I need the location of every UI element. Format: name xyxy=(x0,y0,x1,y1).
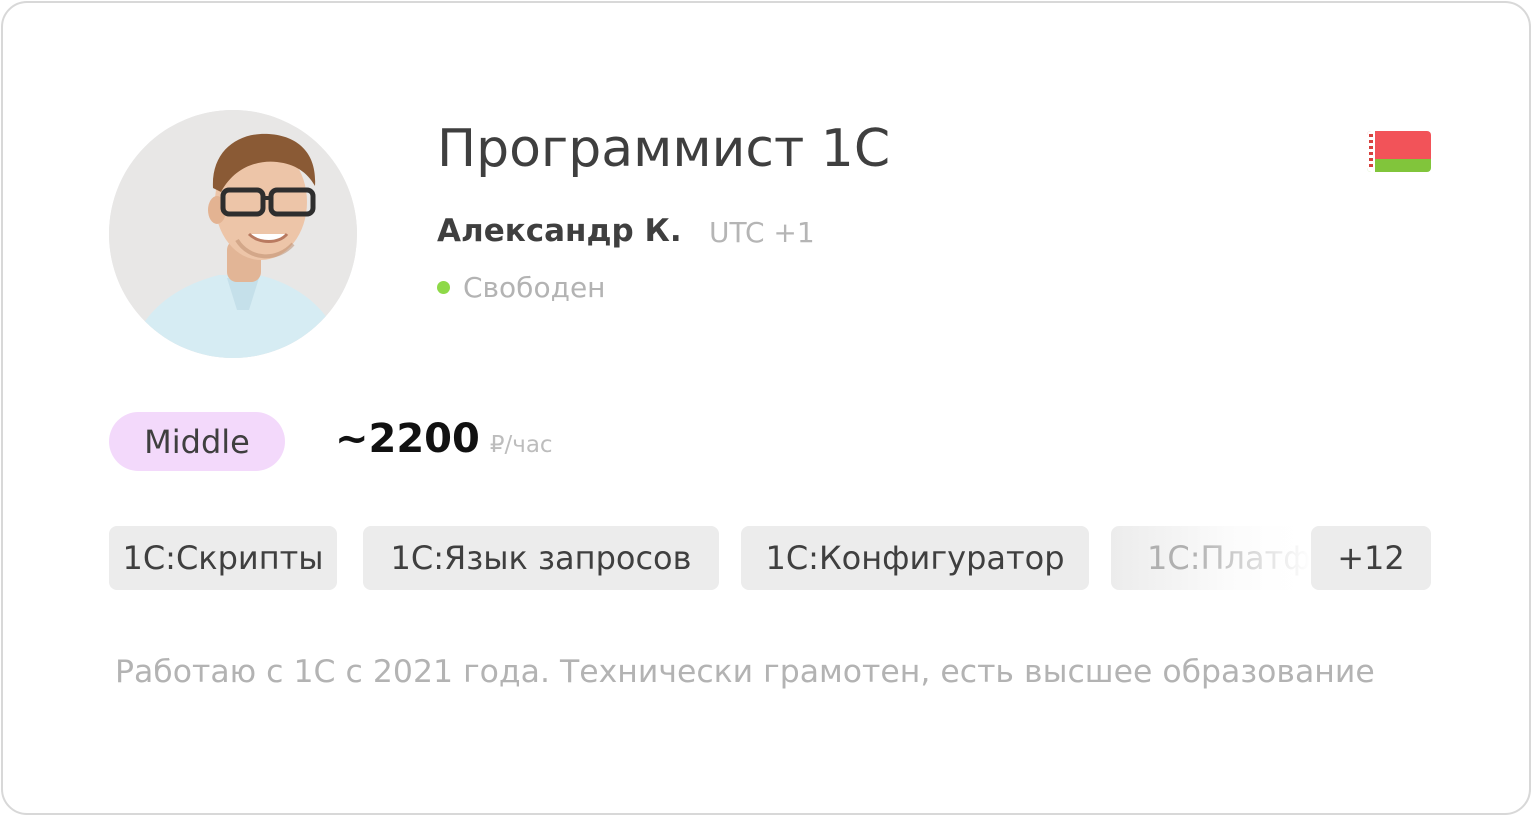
status-dot-icon xyxy=(437,281,450,294)
rate-value: ~2200 xyxy=(335,416,480,462)
belarus-flag-icon xyxy=(1367,131,1431,172)
avatar xyxy=(109,110,357,358)
skill-tag-truncated[interactable]: 1С:Платф xyxy=(1111,526,1311,590)
job-title: Программист 1С xyxy=(437,119,891,179)
timezone-label: UTC +1 xyxy=(709,216,815,249)
level-badge: Middle xyxy=(109,412,285,471)
tag-fade-overlay xyxy=(1191,526,1311,590)
skill-tag[interactable]: 1С:Конфигуратор xyxy=(741,526,1089,590)
candidate-bio: Работаю с 1С с 2021 года. Технически гра… xyxy=(115,654,1375,690)
skill-tag[interactable]: 1С:Скрипты xyxy=(109,526,337,590)
candidate-name: Александр К. xyxy=(437,213,682,249)
hourly-rate: ~2200 ₽/час xyxy=(335,416,553,462)
availability-status: Свободен xyxy=(437,271,605,304)
candidate-card[interactable]: Программист 1С Александр К. UTC +1 Свобо… xyxy=(1,1,1531,815)
status-label: Свободен xyxy=(463,271,606,304)
more-skills-button[interactable]: +12 xyxy=(1311,526,1431,590)
rate-unit: ₽/час xyxy=(489,432,553,458)
skill-tag[interactable]: 1С:Язык запросов xyxy=(363,526,719,590)
